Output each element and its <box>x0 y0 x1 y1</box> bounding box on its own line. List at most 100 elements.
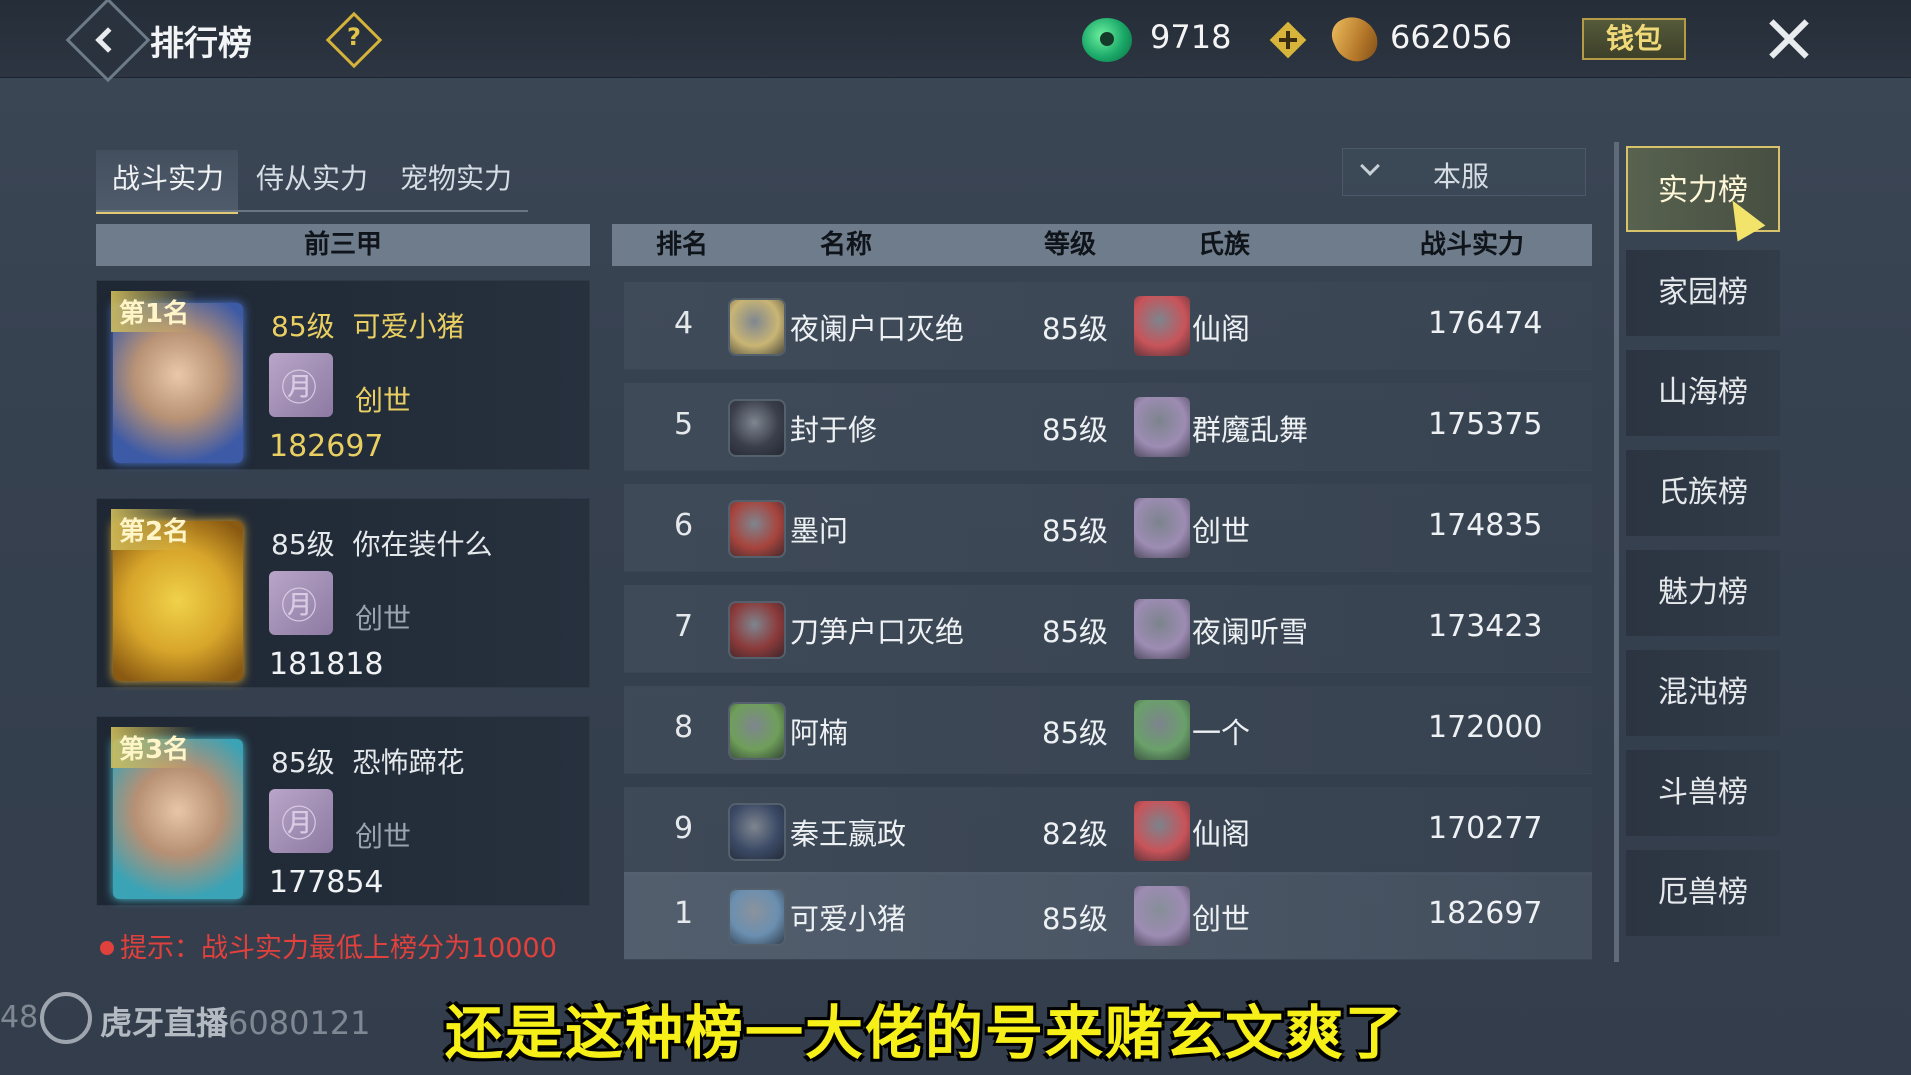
clan-name: 创世 <box>355 602 412 635</box>
rank-flag: 第2名 <box>111 509 198 550</box>
clan-emblem-icon <box>1134 700 1190 760</box>
top-card-3[interactable]: 第3名 85级 恐怖蹄花 创世 177854 <box>96 716 590 906</box>
question-icon: ? <box>347 23 361 52</box>
top-three-header: 前三甲 <box>96 224 590 266</box>
min-score-hint: 提示：战斗实力最低上榜分为10000 <box>100 926 557 965</box>
row-clan: 创世 <box>1192 902 1251 936</box>
page-title: 排行榜 <box>150 24 252 64</box>
row-rank: 9 <box>674 811 694 846</box>
clan-emblem-icon <box>1134 599 1190 659</box>
combat-power: 181818 <box>269 647 384 682</box>
player-avatar <box>728 888 786 946</box>
jade-amount: 9718 <box>1150 18 1232 56</box>
row-clan: 创世 <box>1192 514 1251 548</box>
level-name: 85级 恐怖蹄花 <box>271 746 465 779</box>
combat-power: 177854 <box>269 865 384 900</box>
jade-currency-icon <box>1082 18 1132 62</box>
clan-name: 创世 <box>355 820 412 853</box>
clan-emblem-icon <box>1134 296 1190 356</box>
row-clan: 一个 <box>1192 716 1251 750</box>
huya-logo-icon <box>40 992 92 1044</box>
top-card-1[interactable]: 第1名 85级 可爱小猪 创世 182697 <box>96 280 590 470</box>
row-power: 176474 <box>1428 306 1543 341</box>
side-tab-calamity-beast[interactable]: 厄兽榜 <box>1626 850 1780 936</box>
player-avatar <box>728 500 786 558</box>
table-row[interactable]: 8 阿楠 85级 一个 172000 <box>624 686 1592 774</box>
table-row[interactable]: 9 秦王嬴政 82级 仙阁 170277 <box>624 787 1592 875</box>
side-tab-chaos[interactable]: 混沌榜 <box>1626 650 1780 736</box>
level-name: 85级 可爱小猪 <box>271 310 465 343</box>
row-power: 182697 <box>1428 896 1543 931</box>
side-tab-beast-fight[interactable]: 斗兽榜 <box>1626 750 1780 836</box>
row-rank: 6 <box>674 508 694 543</box>
row-clan: 仙阁 <box>1192 817 1251 851</box>
player-avatar <box>728 298 786 356</box>
combat-power: 182697 <box>269 429 384 464</box>
tab-combat-power[interactable]: 战斗实力 <box>96 150 238 214</box>
row-name: 墨问 <box>790 514 849 548</box>
row-name: 刀笋户口灭绝 <box>790 615 965 649</box>
clan-emblem-icon <box>1134 886 1190 946</box>
header-clan: 氏族 <box>1198 230 1251 260</box>
tab-underline <box>96 210 528 212</box>
watermark-left-digits: 48 <box>0 1000 39 1035</box>
row-level: 85级 <box>1042 312 1108 346</box>
row-rank: 4 <box>674 306 694 341</box>
server-dropdown[interactable]: 本服 <box>1342 148 1586 196</box>
header-name: 名称 <box>820 230 873 260</box>
clan-emblem-icon <box>269 353 333 417</box>
server-dropdown-value: 本服 <box>1433 160 1490 193</box>
row-level: 85级 <box>1042 902 1108 936</box>
side-tab-shanhai[interactable]: 山海榜 <box>1626 350 1780 436</box>
row-power: 174835 <box>1428 508 1543 543</box>
row-power: 175375 <box>1428 407 1543 442</box>
row-level: 82级 <box>1042 817 1108 851</box>
rank-flag: 第1名 <box>111 291 198 332</box>
row-level: 85级 <box>1042 716 1108 750</box>
ranking-table-header: 排名 名称 等级 氏族 战斗实力 <box>612 224 1592 266</box>
row-rank: 1 <box>674 896 694 931</box>
side-tab-clan[interactable]: 氏族榜 <box>1626 450 1780 536</box>
level-name: 85级 你在装什么 <box>271 528 493 561</box>
table-row[interactable]: 4 夜阑户口灭绝 85级 仙阁 176474 <box>624 282 1592 370</box>
row-clan: 夜阑听雪 <box>1192 615 1309 649</box>
row-clan: 仙阁 <box>1192 312 1251 346</box>
player-avatar <box>728 803 786 861</box>
tab-pet-power[interactable]: 宠物实力 <box>400 150 530 214</box>
row-level: 85级 <box>1042 615 1108 649</box>
my-rank-row[interactable]: 1 可爱小猪 85级 创世 182697 <box>624 872 1592 960</box>
clan-emblem-icon <box>1134 498 1190 558</box>
table-row[interactable]: 7 刀笋户口灭绝 85级 夜阑听雪 173423 <box>624 585 1592 673</box>
gold-amount: 662056 <box>1390 18 1513 56</box>
clan-emblem-icon <box>269 789 333 853</box>
top-card-2[interactable]: 第2名 85级 你在装什么 创世 181818 <box>96 498 590 688</box>
back-arrow-icon <box>95 27 121 53</box>
header-power: 战斗实力 <box>1420 230 1525 260</box>
player-avatar <box>728 601 786 659</box>
scrollbar-track[interactable] <box>1614 142 1619 962</box>
table-row[interactable]: 6 墨问 85级 创世 174835 <box>624 484 1592 572</box>
clan-name: 创世 <box>355 384 412 417</box>
row-rank: 8 <box>674 710 694 745</box>
side-tab-charm[interactable]: 魅力榜 <box>1626 550 1780 636</box>
tab-servant-power[interactable]: 侍从实力 <box>256 150 386 214</box>
side-tab-home[interactable]: 家园榜 <box>1626 250 1780 336</box>
row-name: 封于修 <box>790 413 878 447</box>
row-name: 夜阑户口灭绝 <box>790 312 965 346</box>
close-icon[interactable] <box>1762 12 1816 66</box>
header-level: 等级 <box>1044 230 1097 260</box>
alert-dot-icon <box>100 941 114 955</box>
header-rank: 排名 <box>656 230 709 260</box>
row-rank: 7 <box>674 609 694 644</box>
row-level: 85级 <box>1042 413 1108 447</box>
clan-emblem-icon <box>269 571 333 635</box>
row-name: 秦王嬴政 <box>790 817 907 851</box>
row-name: 可爱小猪 <box>790 902 907 936</box>
row-power: 173423 <box>1428 609 1543 644</box>
row-name: 阿楠 <box>790 716 849 750</box>
row-rank: 5 <box>674 407 694 442</box>
ranking-subtabs: 战斗实力 侍从实力 宠物实力 <box>96 150 526 214</box>
wallet-button[interactable]: 钱包 <box>1582 18 1686 60</box>
player-avatar <box>728 702 786 760</box>
table-row[interactable]: 5 封于修 85级 群魔乱舞 175375 <box>624 383 1592 471</box>
